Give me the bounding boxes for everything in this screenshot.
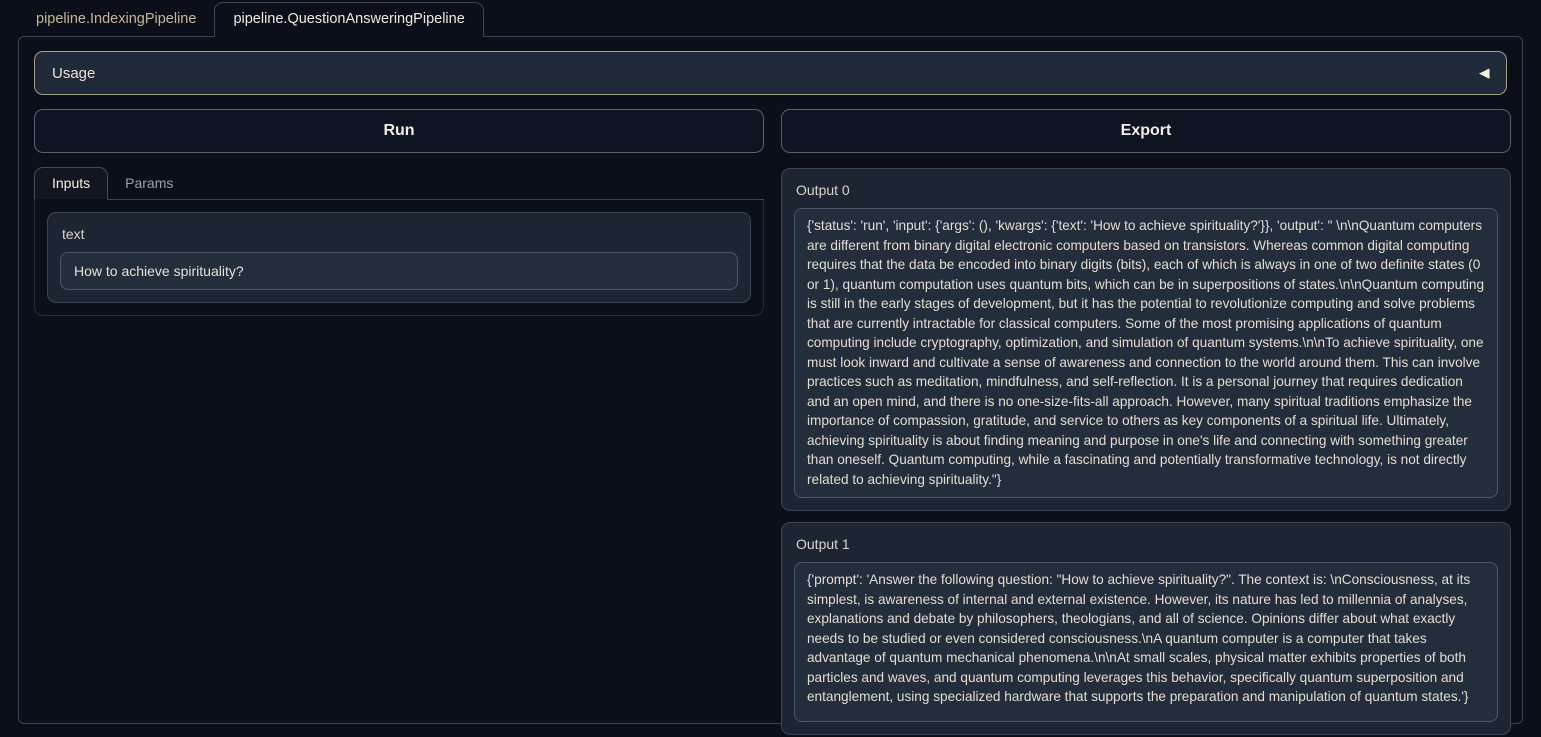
accordion-collapse-icon: ◀ <box>1479 65 1489 81</box>
text-input[interactable] <box>60 252 738 290</box>
output-1-textbox[interactable]: {'prompt': 'Answer the following questio… <box>794 562 1498 722</box>
export-button[interactable]: Export <box>781 109 1511 153</box>
usage-accordion-label: Usage <box>52 65 95 82</box>
run-button[interactable]: Run <box>34 109 764 153</box>
text-field-group: text <box>47 212 751 303</box>
inputs-params-tabbar: Inputs Params <box>34 168 764 200</box>
inputs-tabpanel: text <box>34 200 764 316</box>
tab-question-answering-pipeline[interactable]: pipeline.QuestionAnsweringPipeline <box>214 2 483 37</box>
output-0-group: Output 0 {'status': 'run', 'input': {'ar… <box>781 168 1511 511</box>
output-column: Export Output 0 {'status': 'run', 'input… <box>781 109 1511 737</box>
output-0-textbox[interactable]: {'status': 'run', 'input': {'args': (), … <box>794 208 1498 498</box>
input-column: Run Inputs Params text <box>34 109 764 737</box>
text-field-label: text <box>62 226 736 242</box>
usage-accordion[interactable]: Usage ◀ <box>34 51 1507 95</box>
output-1-label: Output 1 <box>796 536 1496 552</box>
tab-inputs[interactable]: Inputs <box>34 167 108 200</box>
pipeline-tabnav: pipeline.IndexingPipeline pipeline.Quest… <box>18 0 1541 36</box>
question-answering-panel: Usage ◀ Run Inputs Params text Export Ou… <box>18 36 1523 724</box>
tab-indexing-pipeline[interactable]: pipeline.IndexingPipeline <box>18 3 214 36</box>
tab-params[interactable]: Params <box>108 168 190 199</box>
output-0-label: Output 0 <box>796 182 1496 198</box>
output-1-group: Output 1 {'prompt': 'Answer the followin… <box>781 522 1511 735</box>
